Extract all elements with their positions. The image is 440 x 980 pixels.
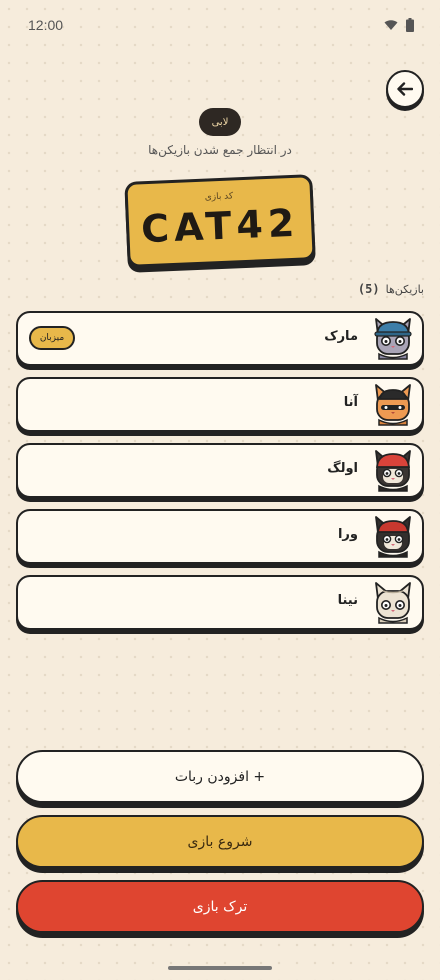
back-button[interactable] <box>386 70 424 108</box>
leave-game-button[interactable]: ترک بازی <box>16 880 424 933</box>
battery-icon <box>406 18 414 32</box>
player-name: ورا <box>337 527 358 542</box>
players-heading-label: بازیکن‌ها <box>385 282 424 296</box>
player-list: مارک میزبان آنا اولگ ورا نینا <box>16 311 424 641</box>
page-subtitle: در انتظار جمع شدن بازیکن‌ها <box>148 143 292 157</box>
host-badge: میزبان <box>29 326 75 350</box>
player-card[interactable]: نینا <box>16 575 424 630</box>
status-bar: 12:00 <box>0 0 440 52</box>
cat-dark-red-hat-icon <box>375 516 411 558</box>
status-time: 12:00 <box>28 17 64 33</box>
player-card[interactable]: مارک میزبان <box>16 311 424 366</box>
leave-game-label: ترک بازی <box>192 898 248 915</box>
status-icons <box>384 18 414 32</box>
game-code-value: CAT42 <box>140 200 301 252</box>
players-heading: بازیکن‌ها (5) <box>358 282 424 296</box>
player-name: مارک <box>324 329 358 344</box>
game-code-card[interactable]: کد بازی CAT42 <box>124 174 316 268</box>
lobby-badge: لابی <box>199 108 241 136</box>
players-count: (5) <box>357 282 380 296</box>
home-indicator[interactable] <box>168 966 272 970</box>
player-card[interactable]: اولگ <box>16 443 424 498</box>
cat-orange-hat-icon <box>375 384 411 426</box>
cat-red-hat-icon <box>375 450 411 492</box>
add-bot-label: + افزودن ربات <box>174 768 266 785</box>
add-bot-button[interactable]: + افزودن ربات <box>16 750 424 803</box>
cat-blue-cap-icon <box>374 318 412 360</box>
start-game-label: شروع بازی <box>187 833 253 850</box>
arrow-left-icon <box>397 82 413 96</box>
player-card[interactable]: آنا <box>16 377 424 432</box>
wifi-icon <box>384 20 398 30</box>
player-name: نینا <box>337 593 358 608</box>
player-card[interactable]: ورا <box>16 509 424 564</box>
player-name: اولگ <box>327 461 358 476</box>
cat-cream-icon <box>375 582 411 624</box>
player-name: آنا <box>343 395 358 410</box>
start-game-button[interactable]: شروع بازی <box>16 815 424 868</box>
